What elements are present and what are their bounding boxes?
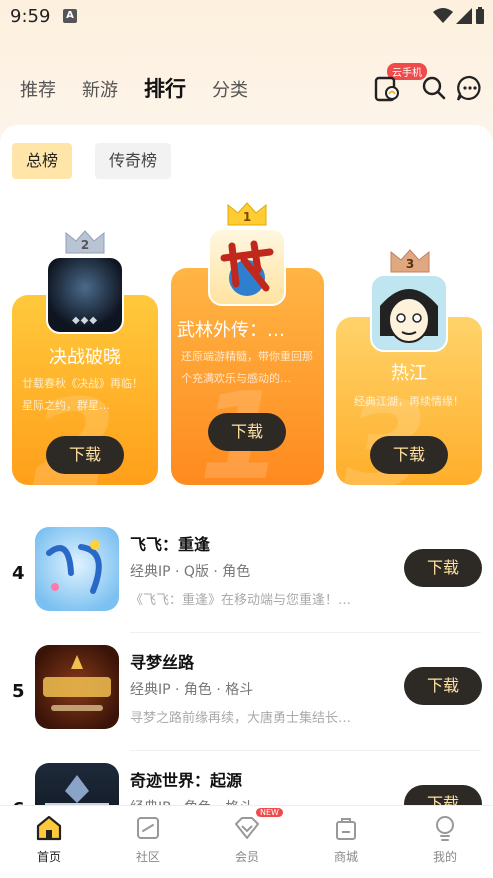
game-desc: 《飞飞：重逢》在移动端与您重逢！… — [130, 593, 352, 608]
podium-rank-2-desc: 廿载春秋《决战》再临！星际之约，群星… — [22, 377, 143, 412]
feifei-logo-art — [46, 540, 102, 594]
tab-ranking[interactable]: 排行 — [144, 73, 186, 106]
rejiang-character-art — [380, 289, 438, 343]
game-icon-rejiang — [370, 274, 448, 352]
profile-icon — [436, 816, 454, 841]
gold-crown-icon: 1 — [227, 202, 267, 226]
notification-icon: A — [63, 9, 77, 23]
podium-rank-2-download-button[interactable]: 下载 — [46, 436, 124, 474]
nav-profile-label: 我的 — [432, 850, 457, 864]
list-rank: 5 — [12, 681, 25, 702]
system-icons — [433, 7, 485, 25]
list-rank: 4 — [12, 563, 25, 584]
download-button[interactable]: 下载 — [404, 549, 482, 587]
crown-2-number: 2 — [81, 238, 89, 252]
wulin-logo-art — [220, 240, 274, 296]
community-icon — [137, 817, 159, 839]
message-icon[interactable] — [456, 74, 484, 102]
status-bar: 9:59 A — [0, 0, 493, 34]
tab-recommend[interactable]: 推荐 — [20, 76, 56, 102]
nav-community-label: 社区 — [135, 850, 160, 864]
juezhan-logo-art: ◆◆◆ — [71, 315, 99, 326]
nav-membership[interactable]: 会员 — [217, 814, 277, 865]
game-name: 奇迹世界：起源 — [130, 771, 243, 790]
wifi-icon — [433, 8, 453, 23]
tab-new-games[interactable]: 新游 — [82, 76, 118, 102]
game-desc: 寻梦之路前缘再续，大唐勇士集结长… — [130, 711, 352, 726]
game-icon-juezhan: ◆◆◆ — [46, 256, 124, 334]
podium-rank-1-download-button[interactable]: 下载 — [208, 413, 286, 451]
crown-1-number: 1 — [243, 210, 251, 224]
game-tags: 经典IP · 角色 · 格斗 — [130, 682, 254, 698]
cloud-phone-icon[interactable] — [373, 74, 401, 102]
silver-crown-icon: 2 — [65, 230, 105, 254]
nav-store[interactable]: 商城 — [316, 814, 376, 865]
status-time: 9:59 — [10, 6, 51, 27]
nav-store-label: 商城 — [333, 850, 358, 864]
shopping-bag-icon — [336, 818, 356, 840]
game-tags: 经典IP · Q版 · 角色 — [130, 564, 251, 580]
new-badge: NEW — [256, 808, 283, 817]
nav-home[interactable]: 首页 — [19, 814, 79, 865]
bronze-crown-icon: 3 — [390, 249, 430, 273]
list-item[interactable]: 4 飞飞：重逢 经典IP · Q版 · 角色 《飞飞：重逢》在移动端与您重逢！…… — [0, 517, 493, 635]
game-icon-feifei — [35, 527, 119, 611]
game-icon-xunmeng — [35, 645, 119, 729]
game-icon-wulin — [208, 228, 286, 306]
row-divider — [130, 632, 481, 633]
game-name: 飞飞：重逢 — [130, 535, 211, 554]
crown-3-number: 3 — [406, 257, 414, 271]
xunmeng-logo-art — [43, 655, 111, 711]
podium-rank-3-download-button[interactable]: 下载 — [370, 436, 448, 474]
row-divider — [130, 750, 481, 751]
home-icon — [36, 815, 62, 841]
bottom-nav: 首页 社区 会员 NEW 商城 我的 — [0, 805, 493, 878]
battery-icon — [476, 7, 484, 24]
segment-total-rank[interactable]: 总榜 — [12, 143, 73, 179]
diamond-icon — [235, 817, 259, 839]
podium-rank-3-name: 热江 — [391, 363, 427, 384]
search-icon[interactable] — [420, 74, 448, 102]
nav-home-label: 首页 — [36, 850, 61, 864]
download-button[interactable]: 下载 — [404, 667, 482, 705]
nav-profile[interactable]: 我的 — [415, 814, 475, 865]
nav-community[interactable]: 社区 — [118, 814, 178, 865]
podium-rank-1-desc: 还原端游精髓，带你重回那个充满欢乐与感动的… — [181, 350, 313, 385]
podium-rank-1-name: 武林外传：… — [177, 320, 285, 341]
podium-rank-2-name: 决战破晓 — [49, 347, 121, 368]
nav-membership-label: 会员 — [234, 850, 259, 864]
list-item[interactable]: 5 寻梦丝路 经典IP · 角色 · 格斗 寻梦之路前缘再续，大唐勇士集结长… … — [0, 635, 493, 753]
game-name: 寻梦丝路 — [130, 653, 195, 672]
segment-legend-rank[interactable]: 传奇榜 — [95, 143, 172, 179]
signal-icon — [456, 8, 472, 24]
podium-rank-3-desc: 经典江湖，再续情缘！ — [354, 395, 464, 408]
tab-category[interactable]: 分类 — [212, 76, 248, 102]
